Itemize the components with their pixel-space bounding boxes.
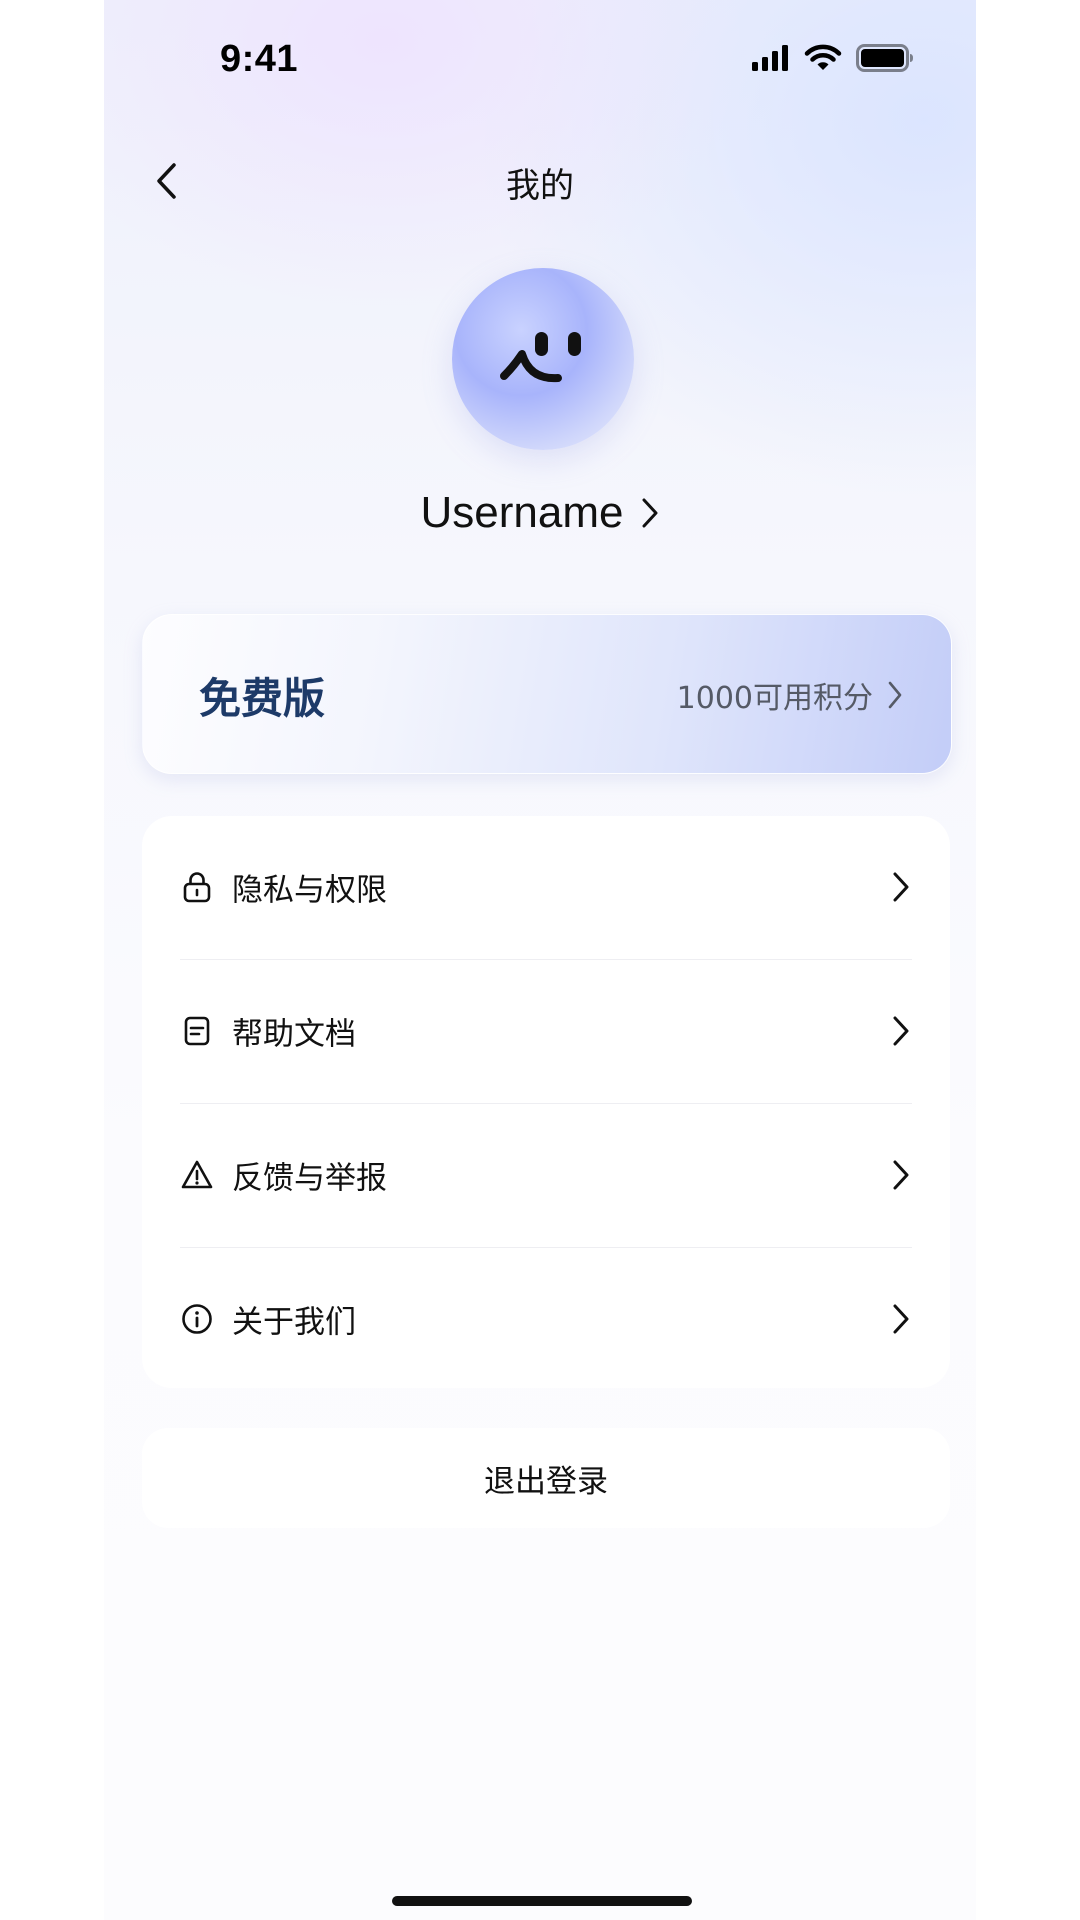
phone-screen: 9:41 我的 Username 免费版 1000可用积分 隐私与权限 帮助文档… [104, 0, 976, 1920]
logout-button[interactable]: 退出登录 [142, 1428, 950, 1528]
chevron-right-icon [888, 681, 902, 709]
warning-icon [181, 1160, 213, 1189]
menu-item-label: 隐私与权限 [232, 872, 387, 909]
plan-points: 1000可用积分 [677, 673, 903, 717]
wifi-icon [804, 44, 842, 76]
battery-icon [856, 44, 914, 76]
username: Username [420, 488, 624, 537]
plan-name: 免费版 [199, 674, 326, 723]
home-indicator [392, 1896, 692, 1906]
document-icon [184, 1016, 210, 1046]
chevron-right-icon [642, 498, 658, 528]
chevron-right-icon [893, 1016, 909, 1046]
menu-item-label: 帮助文档 [232, 1016, 356, 1053]
lock-icon [183, 872, 211, 903]
menu-item-privacy[interactable]: 隐私与权限 [142, 816, 950, 958]
avatar[interactable] [452, 268, 634, 450]
status-icons [752, 44, 914, 76]
settings-menu: 隐私与权限 帮助文档 反馈与举报 关于我们 [142, 816, 950, 1388]
smiley-face-avatar [500, 332, 581, 383]
menu-item-about-us[interactable]: 关于我们 [142, 1248, 950, 1390]
status-time: 9:41 [220, 38, 299, 80]
chevron-right-icon [893, 872, 909, 902]
page-title: 我的 [506, 166, 574, 206]
plan-card[interactable]: 免费版 1000可用积分 [142, 614, 952, 774]
points-label: 1000可用积分 [676, 681, 873, 716]
page: 9:41 我的 Username 免费版 1000可用积分 隐私与权限 帮助文档… [0, 0, 1080, 1920]
chevron-right-icon [893, 1160, 909, 1190]
cellular-signal-icon [752, 45, 790, 75]
chevron-right-icon [893, 1304, 909, 1334]
menu-item-feedback[interactable]: 反馈与举报 [142, 1104, 950, 1246]
menu-item-label: 反馈与举报 [232, 1160, 387, 1197]
username-row[interactable]: Username [104, 488, 976, 538]
menu-item-help-docs[interactable]: 帮助文档 [142, 960, 950, 1102]
logout-label: 退出登录 [484, 1463, 608, 1500]
info-icon [182, 1304, 212, 1334]
menu-item-label: 关于我们 [232, 1304, 356, 1341]
